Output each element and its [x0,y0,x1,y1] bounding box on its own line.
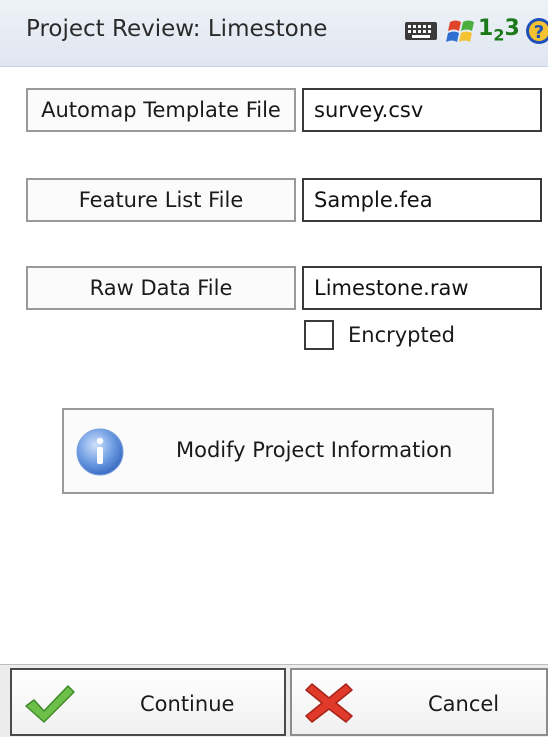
svg-text:?: ? [534,22,544,43]
cancel-label: Cancel [428,692,500,716]
feature-list-file-field[interactable]: Sample.fea [302,178,542,222]
check-icon [25,685,75,723]
raw-data-file-field[interactable]: Limestone.raw [302,266,542,310]
windows-start-icon[interactable] [446,14,478,48]
continue-button[interactable]: Continue [10,668,286,736]
cancel-button[interactable]: Cancel [290,668,548,736]
encrypted-checkbox[interactable] [304,320,334,350]
keyboard-icon[interactable] [403,14,439,48]
modify-project-info-label: Modify Project Information [176,438,453,462]
raw-data-file-button[interactable]: Raw Data File [26,266,296,310]
info-icon [76,428,124,476]
title-bar: Project Review: Limestone 123 ? [0,0,548,67]
encrypted-label: Encrypted [348,323,455,347]
window-title: Project Review: Limestone [26,16,328,42]
automap-template-file-button[interactable]: Automap Template File [26,88,296,132]
help-icon[interactable]: ? [524,14,548,48]
modify-project-info-button[interactable]: Modify Project Information [62,408,494,494]
input-mode-indicator[interactable]: 123 [478,16,520,50]
automap-template-file-field[interactable]: survey.csv [302,88,542,132]
feature-list-file-button[interactable]: Feature List File [26,178,296,222]
continue-label: Continue [140,692,235,716]
x-icon [305,683,353,723]
